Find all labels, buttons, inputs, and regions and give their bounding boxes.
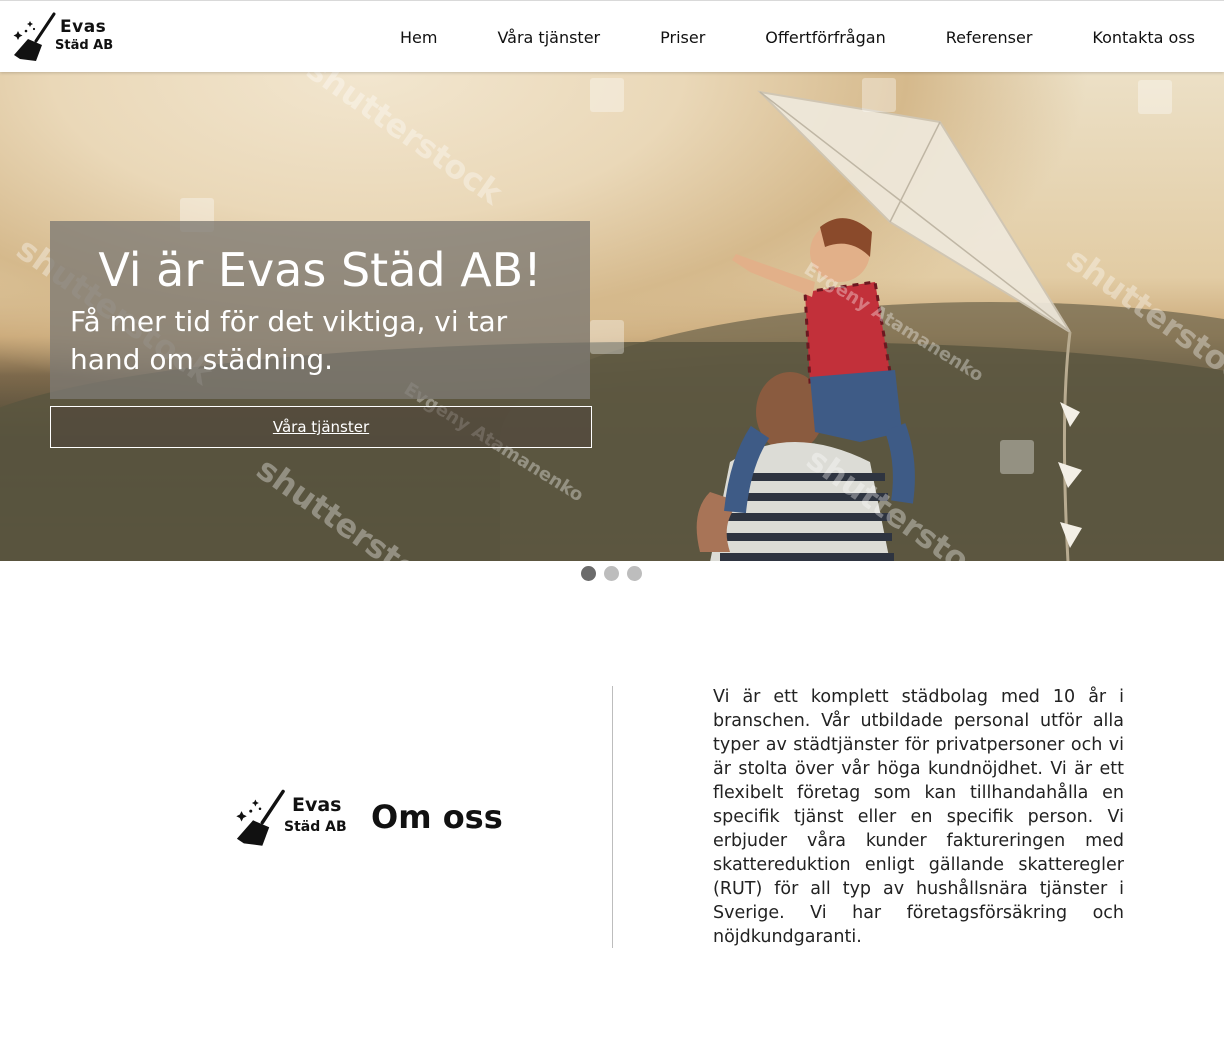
watermark-mark xyxy=(590,78,624,112)
watermark-mark xyxy=(862,78,896,112)
services-button[interactable]: Våra tjänster xyxy=(50,406,592,448)
hero-subtitle: Få mer tid för det viktiga, vi tar hand … xyxy=(70,305,508,376)
logo-text-evas: Evas xyxy=(292,794,342,816)
section-divider xyxy=(612,686,613,948)
hero-title: Vi är Evas Städ AB! xyxy=(98,243,542,297)
nav-item-offertforfragan[interactable]: Offertförfrågan xyxy=(765,28,885,47)
broom-icon xyxy=(236,789,285,846)
nav-item-hem[interactable]: Hem xyxy=(400,28,437,47)
slide-dot-2[interactable] xyxy=(604,566,619,581)
watermark-mark xyxy=(1000,440,1034,474)
main-nav: Hem Våra tjänster Priser Offertförfrågan… xyxy=(340,1,1224,73)
slide-dot-3[interactable] xyxy=(627,566,642,581)
watermark-mark xyxy=(1138,80,1172,114)
logo[interactable]: Evas Städ AB xyxy=(10,11,120,63)
nav-item-kontakta-oss[interactable]: Kontakta oss xyxy=(1092,28,1195,47)
slider-indicators xyxy=(581,566,650,581)
hero-caption-box: Vi är Evas Städ AB! Få mer tid för det v… xyxy=(50,221,590,399)
broom-icon xyxy=(13,12,56,61)
nav-item-referenser[interactable]: Referenser xyxy=(946,28,1033,47)
nav-item-vara-tjanster[interactable]: Våra tjänster xyxy=(497,28,600,47)
logo-text-stad-ab: Städ AB xyxy=(55,38,114,53)
site-header: Evas Städ AB Hem Våra tjänster Priser Of… xyxy=(0,0,1224,72)
watermark-mark xyxy=(590,320,624,354)
watermark-text: shutterstock xyxy=(299,72,510,213)
father-daughter-illustration xyxy=(696,218,915,561)
logo-text-evas: Evas xyxy=(60,17,107,37)
about-text: Vi är ett komplett städbolag med 10 år i… xyxy=(713,687,1124,947)
logo-text-stad-ab: Städ AB xyxy=(284,819,347,835)
slide-dot-1[interactable] xyxy=(581,566,596,581)
hero-slider: shutterstock shutterstock shutterstock E… xyxy=(0,72,1224,561)
about-title: Om oss xyxy=(371,798,503,836)
nav-item-priser[interactable]: Priser xyxy=(660,28,705,47)
about-logo: Evas Städ AB xyxy=(232,788,352,848)
